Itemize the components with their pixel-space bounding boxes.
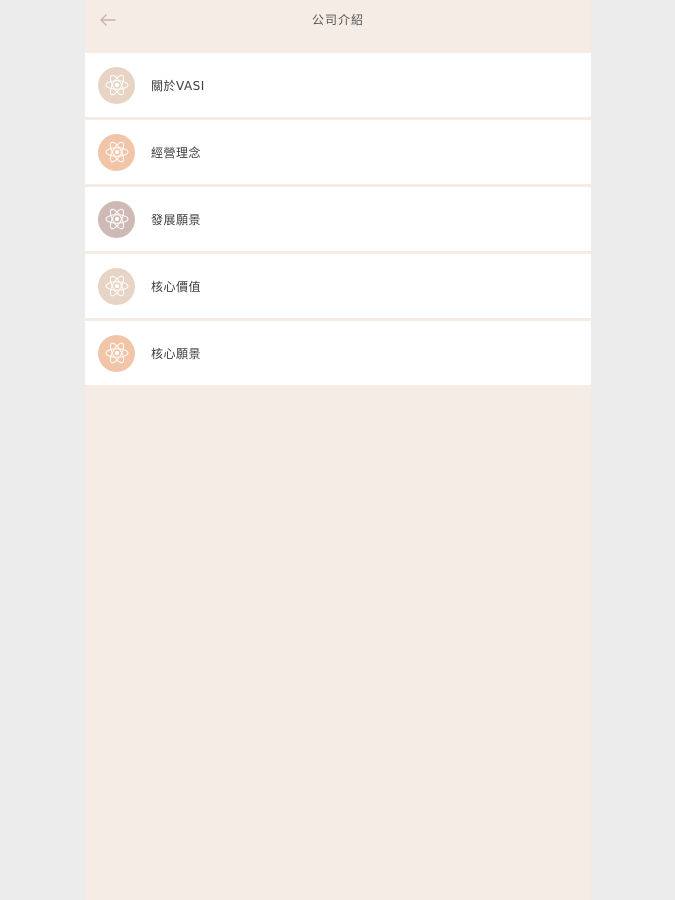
- atom-icon: [98, 200, 135, 238]
- list-item-core-values[interactable]: 核心價值: [85, 254, 591, 318]
- menu-list: 關於VASI 經營理念 發展願景 核心價值 核心願景: [85, 53, 591, 388]
- list-item-label: 發展願景: [151, 212, 202, 227]
- atom-icon: [98, 267, 135, 305]
- atom-icon: [98, 334, 135, 372]
- page-title: 公司介紹: [311, 13, 364, 27]
- header-bar: 公司介紹: [85, 0, 591, 52]
- list-item-label: 經營理念: [151, 145, 202, 160]
- list-item-label: 關於VASI: [151, 78, 205, 93]
- atom-icon: [98, 133, 135, 171]
- app-screen: 公司介紹 關於VASI 經營理念 發展願景 核心價值 核心願景: [85, 0, 591, 900]
- list-item-business-philosophy[interactable]: 經營理念: [85, 120, 591, 184]
- list-item-development-vision[interactable]: 發展願景: [85, 187, 591, 251]
- list-item-label: 核心願景: [151, 346, 202, 361]
- list-item-about-vasi[interactable]: 關於VASI: [85, 53, 591, 117]
- list-item-label: 核心價值: [151, 279, 202, 294]
- atom-icon: [98, 66, 135, 104]
- list-item-core-vision[interactable]: 核心願景: [85, 321, 591, 385]
